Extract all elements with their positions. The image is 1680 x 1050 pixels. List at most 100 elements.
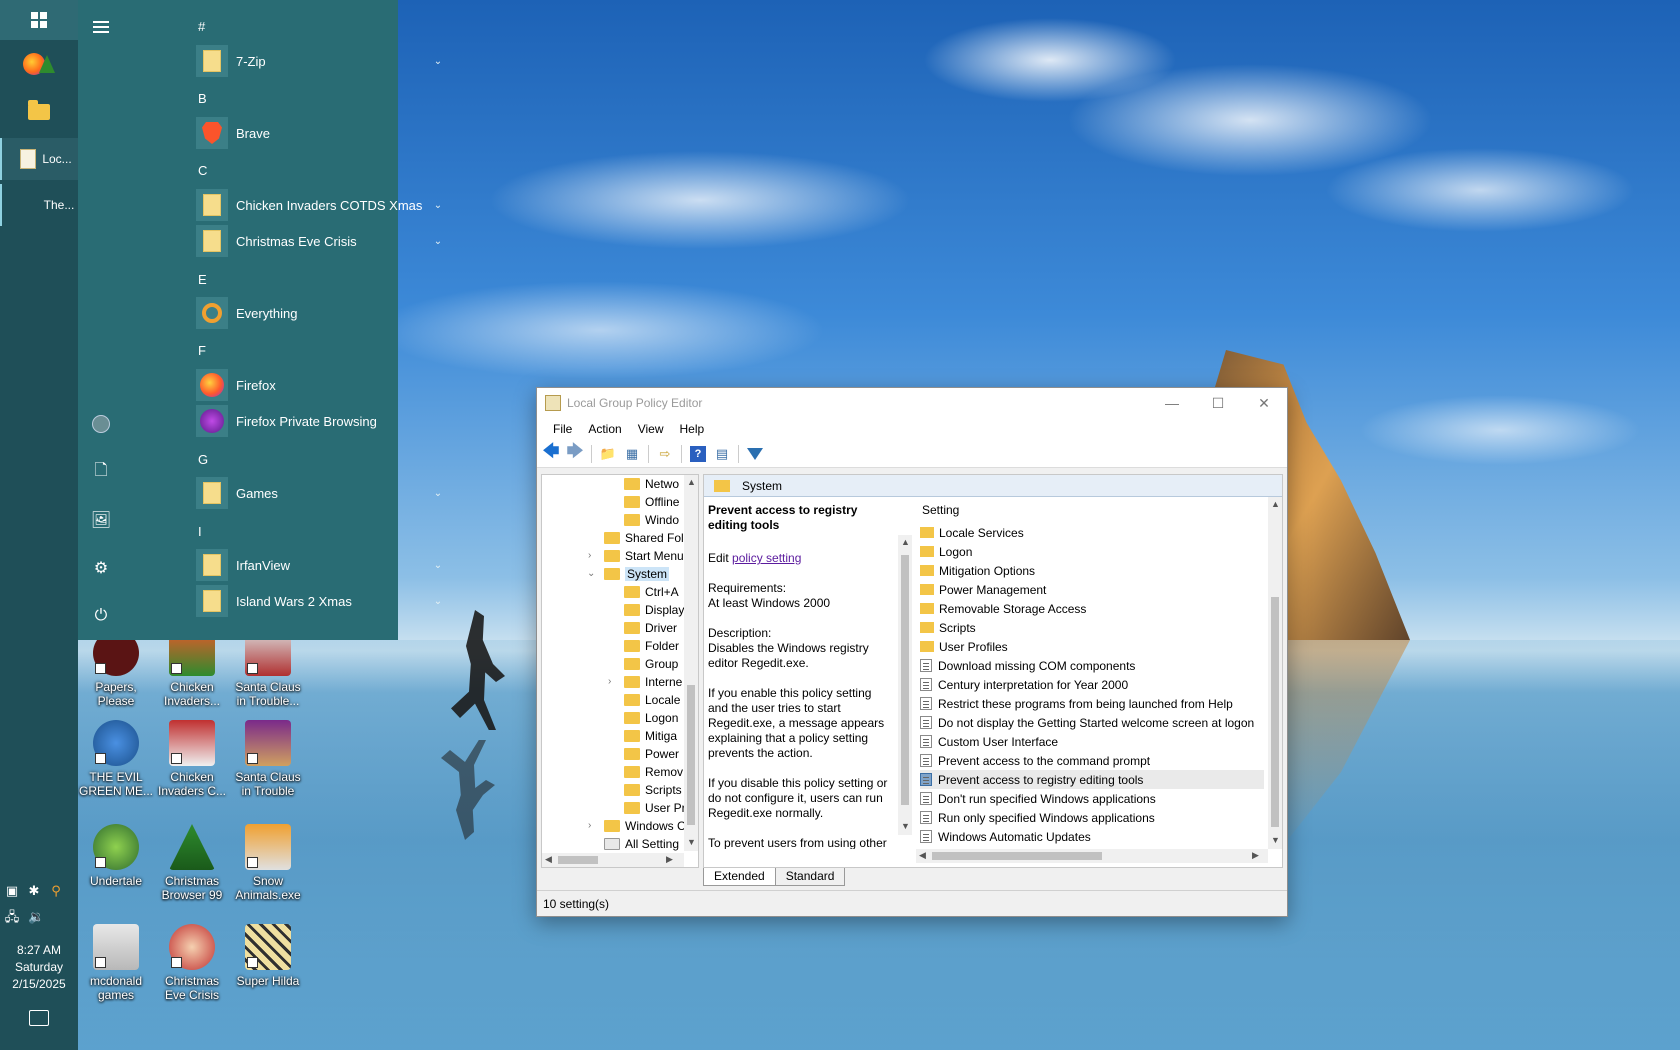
power-icon[interactable]: ⏻ (90, 605, 112, 627)
taskbar-file-explorer[interactable] (0, 92, 78, 132)
tree-item-system[interactable]: System (604, 565, 670, 583)
tree-horizontal-scrollbar[interactable]: ◀ ▶ (542, 853, 684, 867)
settings-row-folder[interactable]: Power Management (920, 580, 1264, 599)
maximize-button[interactable]: ☐ (1195, 388, 1241, 418)
settings-horizontal-scrollbar[interactable]: ◀ ▶ (916, 849, 1268, 863)
app-item-christmas-eve-crisis[interactable]: Christmas Eve Crisis ⌄ (196, 224, 446, 258)
tree-item[interactable]: Mitiga (624, 727, 677, 745)
tree-item[interactable]: Scripts (624, 781, 682, 799)
app-item-7zip[interactable]: 7-Zip ⌄ (196, 44, 446, 78)
scroll-left-arrow-icon[interactable]: ◀ (545, 854, 552, 865)
settings-row-folder[interactable]: User Profiles (920, 637, 1264, 656)
setting-column-header[interactable]: Setting (922, 503, 959, 517)
scrollbar-thumb[interactable] (558, 856, 598, 864)
taskbar-firefox[interactable] (0, 44, 78, 84)
menu-action[interactable]: Action (580, 422, 629, 436)
app-item-brave[interactable]: Brave (196, 116, 446, 150)
scroll-down-arrow-icon[interactable]: ▼ (687, 837, 696, 847)
app-item-firefox[interactable]: Firefox (196, 368, 446, 402)
tree-vertical-scrollbar[interactable]: ▲ ▼ (684, 475, 698, 851)
window-titlebar[interactable]: Local Group Policy Editor — ☐ ✕ (537, 388, 1287, 418)
app-item-irfanview[interactable]: IrfanView ⌄ (196, 548, 446, 582)
expand-chevron-icon[interactable]: › (608, 676, 611, 687)
settings-row-folder[interactable]: Removable Storage Access (920, 599, 1264, 618)
app-item-island-wars[interactable]: Island Wars 2 Xmas ⌄ (196, 584, 446, 618)
desktop-icon-christmas-eve-crisis[interactable]: Christmas Eve Crisis (154, 924, 230, 1002)
start-button[interactable] (0, 0, 78, 40)
desktop-icon-mcdonald-games[interactable]: mcdonald games (78, 924, 154, 1002)
scrollbar-thumb[interactable] (687, 685, 695, 825)
hamburger-menu-icon[interactable] (90, 16, 112, 38)
menu-view[interactable]: View (630, 422, 672, 436)
tree-item[interactable]: Locale (624, 691, 680, 709)
desktop-icon-super-hilda[interactable]: Super Hilda (230, 924, 306, 988)
back-arrow-icon[interactable]: 🡄 (541, 443, 561, 464)
settings-gear-icon[interactable]: ⚙ (90, 557, 112, 579)
tree-item[interactable]: Interne (624, 673, 682, 691)
minimize-button[interactable]: — (1149, 388, 1195, 418)
app-item-firefox-private[interactable]: Firefox Private Browsing (196, 404, 446, 438)
app-item-everything[interactable]: Everything (196, 296, 446, 330)
tree-item[interactable]: Offline (624, 493, 679, 511)
scroll-down-arrow-icon[interactable]: ▼ (901, 821, 910, 831)
tree-item[interactable]: Windo (624, 511, 679, 529)
group-letter[interactable]: B (198, 91, 207, 106)
expand-chevron-icon[interactable]: › (588, 820, 591, 831)
group-letter[interactable]: E (198, 272, 207, 287)
settings-row-policy-selected[interactable]: Prevent access to registry editing tools (920, 770, 1264, 789)
taskbar-window-gpedit[interactable]: Loc... (0, 138, 78, 180)
scroll-right-arrow-icon[interactable]: ▶ (1252, 850, 1259, 861)
forward-arrow-icon[interactable]: 🡆 (565, 443, 585, 464)
tree-item[interactable]: Logon (624, 709, 678, 727)
taskbar-window-second[interactable]: The... (0, 184, 78, 226)
tree-item[interactable]: Shared Fol (604, 529, 684, 547)
tree-item[interactable]: Start Menu (604, 547, 684, 565)
scroll-right-arrow-icon[interactable]: ▶ (666, 854, 673, 865)
scrollbar-thumb[interactable] (1271, 597, 1279, 827)
tree-item[interactable]: Power (624, 745, 679, 763)
settings-row-policy[interactable]: Download missing COM components (920, 656, 1264, 675)
settings-row-policy[interactable]: Custom User Interface (920, 732, 1264, 751)
network-icon[interactable]: 🖧 (4, 910, 20, 924)
tree-item[interactable]: Display (624, 601, 684, 619)
tab-standard[interactable]: Standard (774, 868, 846, 886)
desktop-icon-chicken-invaders-2[interactable]: Chicken Invaders C... (154, 720, 230, 798)
settings-vertical-scrollbar[interactable]: ▲ ▼ (1268, 497, 1282, 849)
taskbar-clock[interactable]: 8:27 AM Saturday 2/15/2025 (0, 942, 78, 993)
scroll-up-arrow-icon[interactable]: ▲ (901, 537, 910, 547)
group-letter[interactable]: C (198, 163, 207, 178)
desktop-icon-papers-please[interactable]: Papers, Please (78, 630, 154, 708)
app-item-chicken-invaders[interactable]: Chicken Invaders COTDS Xmas ⌄ (196, 188, 446, 222)
desktop-icon-snow-animals[interactable]: Snow Animals.exe (230, 824, 306, 902)
desktop-icon-evil-green[interactable]: THE EVIL GREEN ME... (78, 720, 154, 798)
menu-file[interactable]: File (545, 422, 580, 436)
close-button[interactable]: ✕ (1241, 388, 1287, 418)
tray-app-icon[interactable]: ▣ (4, 884, 20, 898)
settings-row-policy[interactable]: Do not display the Getting Started welco… (920, 713, 1264, 732)
group-letter[interactable]: G (198, 452, 208, 467)
settings-row-folder[interactable]: Mitigation Options (920, 561, 1264, 580)
tree-item[interactable]: Driver (624, 619, 677, 637)
collapse-chevron-icon[interactable]: ⌄ (587, 568, 595, 579)
scrollbar-thumb[interactable] (932, 852, 1102, 860)
tree-item[interactable]: All Setting (604, 835, 679, 853)
settings-row-policy[interactable]: Run only specified Windows applications (920, 808, 1264, 827)
scroll-up-arrow-icon[interactable]: ▲ (687, 477, 696, 487)
desktop-icon-undertale[interactable]: Undertale (78, 824, 154, 888)
export-list-icon[interactable]: ⇨ (655, 444, 675, 464)
tree-item[interactable]: Ctrl+A (624, 583, 679, 601)
scrollbar-thumb[interactable] (901, 555, 909, 805)
settings-row-policy[interactable]: Restrict these programs from being launc… (920, 694, 1264, 713)
desktop-icon-chicken-invaders-1[interactable]: Chicken Invaders... (154, 630, 230, 708)
group-letter[interactable]: F (198, 343, 206, 358)
tree-item[interactable]: Windows C (604, 817, 686, 835)
settings-row-policy[interactable]: Windows Automatic Updates (920, 827, 1264, 846)
settings-row-policy[interactable]: Prevent access to the command prompt (920, 751, 1264, 770)
show-hide-tree-icon[interactable]: ▦ (622, 444, 642, 464)
tree-item[interactable]: Netwo (624, 475, 679, 493)
documents-icon[interactable]: 🗋 (90, 461, 112, 483)
tree-item[interactable]: Folder (624, 637, 679, 655)
scroll-left-arrow-icon[interactable]: ◀ (919, 850, 926, 861)
group-letter[interactable]: I (198, 524, 202, 539)
menu-help[interactable]: Help (672, 422, 713, 436)
